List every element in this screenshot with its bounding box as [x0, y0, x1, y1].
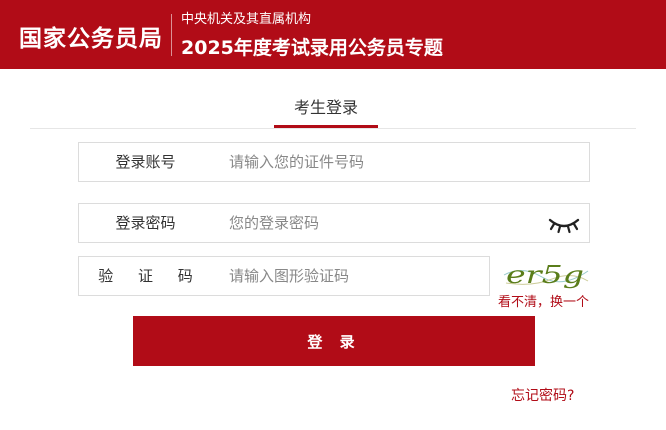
password-input[interactable] [229, 208, 529, 238]
site-header: 国家公务员局 中央机关及其直属机构 2025年度考试录用公务员专题 [0, 0, 666, 69]
tab-divider [30, 128, 636, 129]
password-label: 登录密码 [115, 214, 176, 232]
account-label: 登录账号 [115, 153, 176, 171]
login-button[interactable]: 登 录 [133, 316, 535, 366]
captcha-label: 验 证 码 [98, 267, 203, 285]
refresh-captcha-link[interactable]: 看不清，换一个 [498, 291, 589, 310]
brand-name: 国家公务员局 [19, 26, 163, 52]
header-title: 2025年度考试录用公务员专题 [181, 37, 443, 59]
captcha-input[interactable] [229, 261, 529, 291]
account-field: 登录账号 [78, 142, 590, 182]
eye-closed-icon[interactable] [547, 214, 581, 234]
account-input[interactable] [229, 147, 529, 177]
password-field: 登录密码 [78, 203, 590, 243]
tab-candidate-login[interactable]: 考生登录 [274, 82, 378, 128]
forgot-password-link[interactable]: 忘记密码? [511, 385, 574, 405]
captcha-field: 验 证 码 [78, 256, 529, 296]
header-subtitle: 中央机关及其直属机构 [181, 12, 312, 27]
captcha-char: er5g [506, 261, 584, 289]
header-divider [171, 14, 172, 56]
captcha-image[interactable]: er5g [502, 257, 590, 289]
